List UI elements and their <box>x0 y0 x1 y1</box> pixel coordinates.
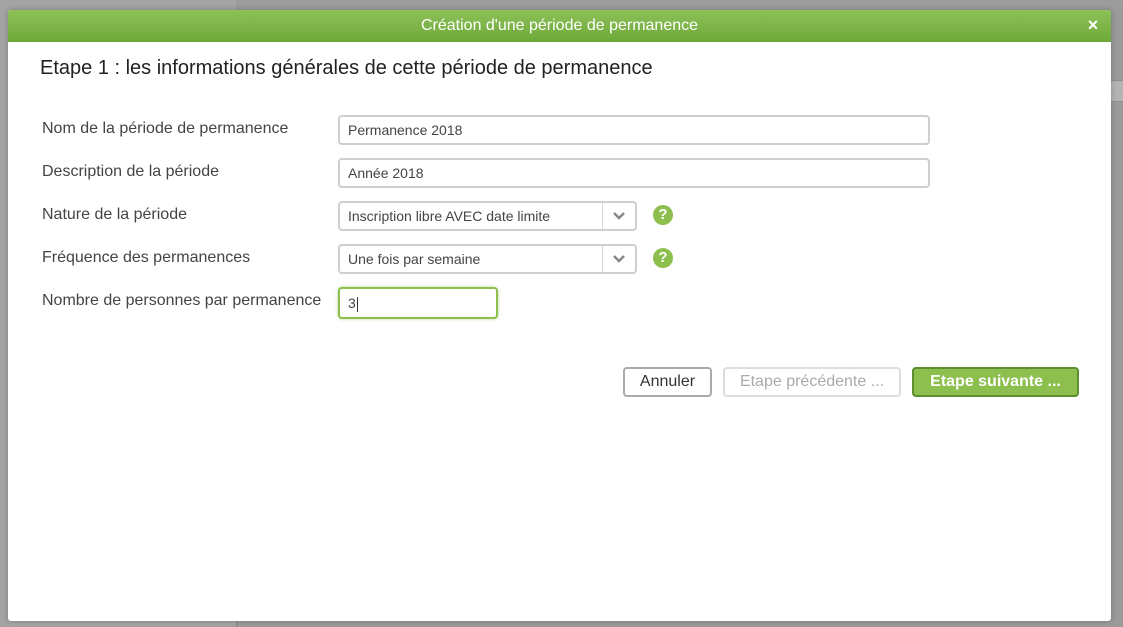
people-label: Nombre de personnes par permanence <box>42 292 322 309</box>
creation-dialog: Création d'une période de permanence × E… <box>8 10 1111 621</box>
people-count-input[interactable]: 3 <box>338 287 498 319</box>
step-title: Etape 1 : les informations générales de … <box>40 57 653 79</box>
form-row-frequency: Fréquence des permanences Une fois par s… <box>8 244 1111 276</box>
next-step-button[interactable]: Etape suivante ... <box>912 367 1079 397</box>
description-label: Description de la période <box>42 163 219 180</box>
nature-selected-value: Inscription libre AVEC date limite <box>348 208 551 224</box>
help-icon[interactable]: ? <box>653 248 673 268</box>
description-input[interactable]: Année 2018 <box>338 158 930 188</box>
name-input[interactable]: Permanence 2018 <box>338 115 930 145</box>
chevron-down-icon[interactable] <box>602 246 635 272</box>
previous-step-button[interactable]: Etape précédente ... <box>723 367 901 397</box>
cancel-button[interactable]: Annuler <box>623 367 712 397</box>
frequency-label: Fréquence des permanences <box>42 249 251 266</box>
frequency-selected-value: Une fois par semaine <box>348 251 481 267</box>
background-topbar <box>236 0 1123 10</box>
name-label: Nom de la période de permanence <box>42 120 289 137</box>
people-count-value: 3 <box>348 295 356 311</box>
text-cursor <box>356 296 358 312</box>
frequency-select[interactable]: Une fois par semaine <box>338 244 637 274</box>
form-row-people: Nombre de personnes par permanence 3 <box>8 287 1111 319</box>
form-row-description: Description de la période Année 2018 <box>8 158 1111 190</box>
nature-label: Nature de la période <box>42 206 187 223</box>
nature-select[interactable]: Inscription libre AVEC date limite <box>338 201 637 231</box>
dialog-titlebar: Création d'une période de permanence × <box>8 10 1111 42</box>
help-icon[interactable]: ? <box>653 205 673 225</box>
form-row-nature: Nature de la période Inscription libre A… <box>8 201 1111 233</box>
close-icon[interactable]: × <box>1083 10 1103 42</box>
dialog-title: Création d'une période de permanence <box>420 17 699 34</box>
chevron-down-icon[interactable] <box>602 203 635 229</box>
form-row-name: Nom de la période de permanence Permanen… <box>8 115 1111 147</box>
